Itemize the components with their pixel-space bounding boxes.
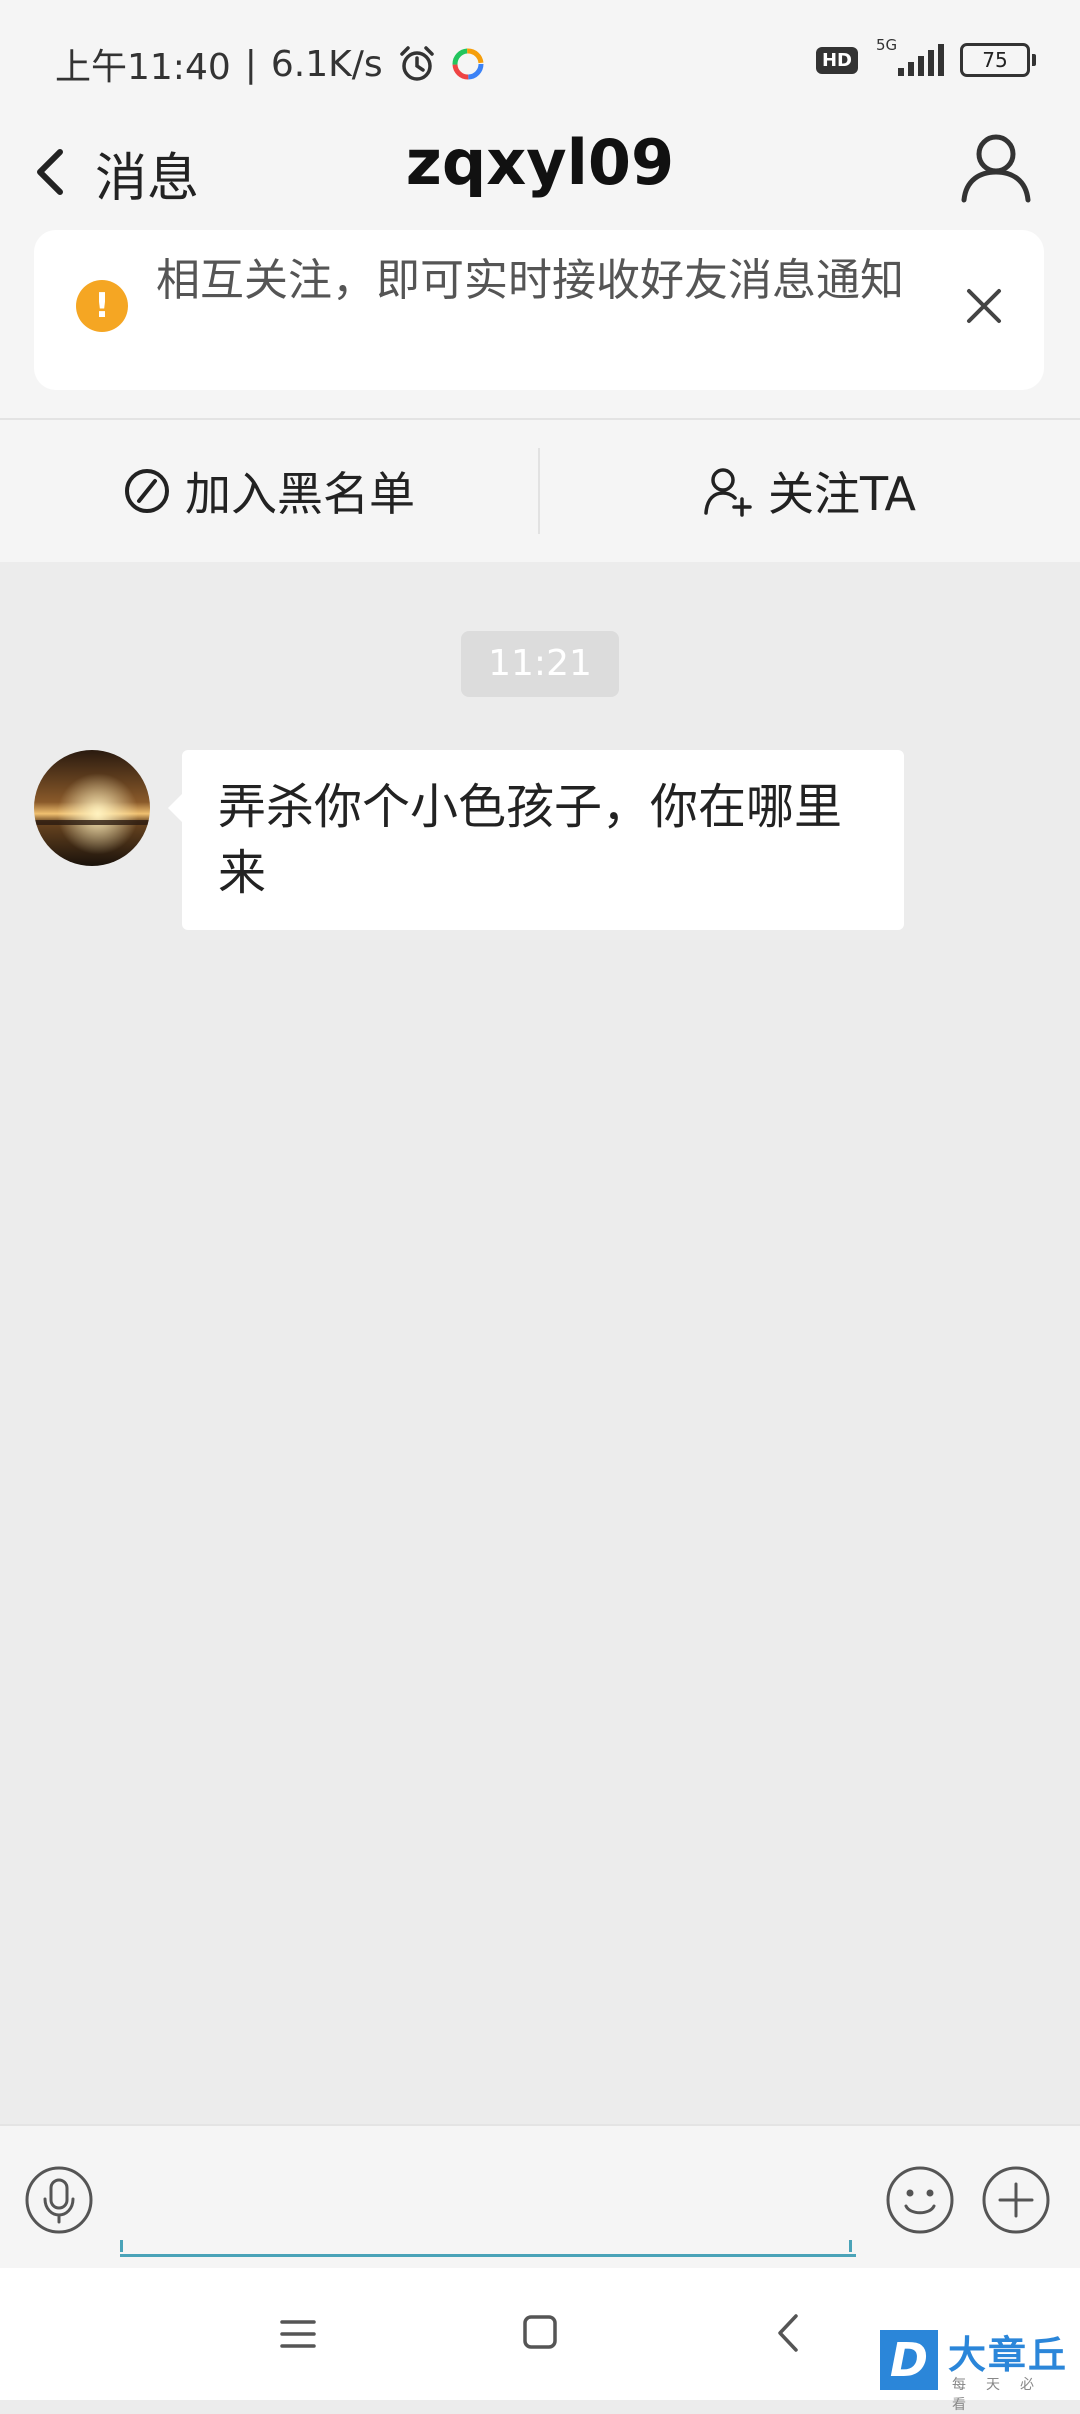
- notice-area: ! 相互关注，即可实时接收好友消息通知: [0, 220, 1080, 420]
- battery-level: 75: [982, 48, 1008, 72]
- message-input[interactable]: [120, 2166, 856, 2257]
- chat-header: 消息 zqxyl09: [0, 120, 1080, 220]
- avatar[interactable]: [34, 750, 150, 866]
- input-bar: [0, 2124, 1080, 2270]
- warning-icon: !: [76, 280, 128, 332]
- hd-badge: HD: [815, 46, 858, 74]
- status-time: 上午11:40: [55, 47, 231, 88]
- nav-back-icon[interactable]: [770, 2308, 806, 2358]
- watermark-logo: D: [880, 2330, 938, 2390]
- emoji-icon[interactable]: [884, 2164, 956, 2236]
- battery-icon: 75: [960, 43, 1036, 77]
- close-icon[interactable]: [954, 276, 1014, 336]
- chat-area[interactable]: 11:21 弄杀你个小色孩子，你在哪里来: [0, 562, 1080, 2124]
- status-left: 上午11:40 | 6.1K/s: [55, 38, 485, 90]
- follow-button[interactable]: 关注TA: [540, 420, 1078, 562]
- block-label: 加入黑名单: [185, 467, 415, 521]
- status-bar: 上午11:40 | 6.1K/s HD 5G 75: [0, 0, 1080, 120]
- status-right: HD 5G 75: [815, 36, 1036, 80]
- watermark: D 大章丘 每天必看: [880, 2322, 1080, 2413]
- message-text: 弄杀你个小色孩子，你在哪里来: [218, 779, 843, 901]
- app-notification-icon: [452, 48, 484, 80]
- signal-bars: [898, 44, 944, 76]
- plus-icon[interactable]: [980, 2164, 1052, 2236]
- signal-icon: 5G: [874, 36, 944, 80]
- action-bar: 加入黑名单 关注TA: [0, 420, 1080, 562]
- status-net-speed: 6.1K/s: [270, 43, 383, 85]
- block-button[interactable]: 加入黑名单: [0, 420, 538, 562]
- network-type: 5G: [876, 36, 898, 54]
- follow-notice-card: ! 相互关注，即可实时接收好友消息通知: [34, 230, 1044, 390]
- add-user-icon: [704, 468, 752, 517]
- watermark-title: 大章丘: [948, 2333, 1069, 2377]
- microphone-icon[interactable]: [24, 2165, 94, 2235]
- page-title: zqxyl09: [405, 126, 675, 199]
- notice-text: 相互关注，即可实时接收好友消息通知: [156, 255, 904, 306]
- watermark-subtitle: 每天必看: [952, 2377, 1054, 2413]
- menu-icon[interactable]: [276, 2312, 320, 2356]
- status-separator: |: [244, 43, 257, 85]
- block-icon: [125, 469, 169, 513]
- alarm-icon: [399, 46, 434, 81]
- user-profile-icon[interactable]: [956, 126, 1036, 206]
- message-bubble[interactable]: 弄杀你个小色孩子，你在哪里来: [168, 750, 904, 930]
- message-timestamp: 11:21: [461, 631, 619, 697]
- home-icon[interactable]: [520, 2312, 560, 2352]
- follow-label: 关注TA: [768, 467, 916, 521]
